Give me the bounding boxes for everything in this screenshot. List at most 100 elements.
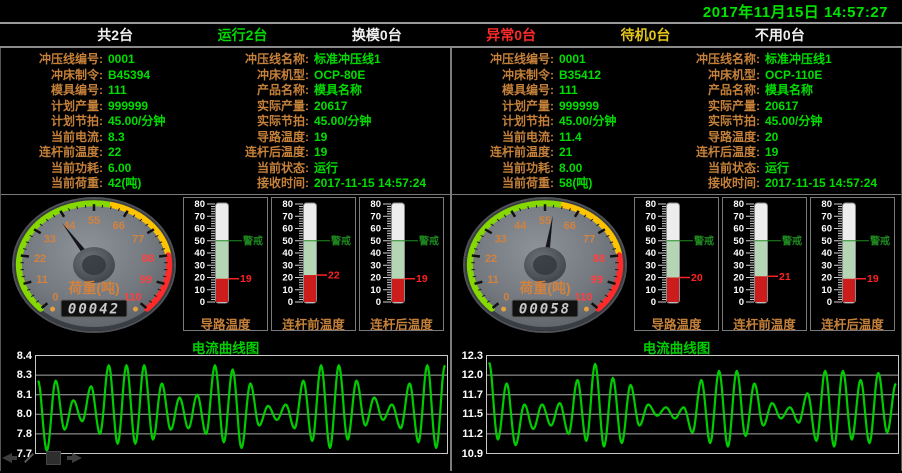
thermo-scale-label: 40 [370,248,381,259]
thermo-scale-label: 80 [370,199,381,210]
tab-total[interactable]: 共2台 [97,25,133,45]
gauge-screw-left [50,307,55,312]
scroll-right-icon[interactable] [72,453,82,463]
gauge-number: 99 [140,274,152,286]
status-tab-bar: 共2台 运行2台 换模0台 异常0台 待机0台 不用0台 [0,24,902,48]
info-row: 当前电流:11.4导路温度:20 [452,130,901,145]
current-curve [38,365,445,450]
info-label: 实际节拍: [676,114,760,129]
info-value: 2017-11-15 14:57:24 [309,176,450,191]
info-row: 当前荷重:42(吨)接收时间:2017-11-15 14:57:24 [1,176,450,191]
tab-abnormal[interactable]: 异常0台 [486,25,536,45]
info-value: 模具名称 [309,83,450,98]
gauge-number: 0 [52,292,58,304]
thermo-value: 19 [240,273,252,285]
thermo-value: 20 [691,272,703,284]
thermo-warn-label: 警戒 [781,234,802,247]
info-label: 当前功耗: [1,161,103,176]
thermo-fill [667,278,679,303]
thermo-value: 21 [779,271,791,283]
info-value: 19 [760,145,901,160]
load-gauge: 0112233445566778899110荷重(吨)00058 [452,195,634,335]
tab-standby[interactable]: 待机0台 [621,25,671,45]
y-axis-label: 8.0 [17,408,32,420]
gauge-number: 33 [495,234,507,246]
thermo-scale-label: 30 [821,260,832,271]
thermo-fill [304,275,316,302]
info-label: 冲床制令: [452,68,554,83]
y-axis-label: 11.2 [462,428,483,440]
scroll-left-icon[interactable] [2,453,12,463]
info-value: 45.00/分钟 [309,114,450,129]
thermo-scale-label: 60 [370,224,381,235]
gauge-number: 11 [36,274,48,286]
thermo-normal-zone [667,241,679,278]
y-axis-label: 8.3 [17,369,32,381]
thermo-scale-label: 40 [645,248,656,259]
info-value: 2017-11-15 14:57:24 [760,176,901,191]
thermo-scale-label: 10 [282,285,293,296]
tab-running[interactable]: 运行2台 [218,25,268,45]
info-label: 冲床机型: [225,68,309,83]
info-value: 运行 [309,161,450,176]
gauge-number: 55 [539,215,551,227]
thermo-scale-label: 30 [370,260,381,271]
gauge-number: 88 [142,253,154,265]
gauge-number: 88 [593,253,605,265]
thermo-scale-label: 10 [821,285,832,296]
tab-unused[interactable]: 不用0台 [755,25,805,45]
y-axis-label: 7.8 [17,428,32,440]
info-value: 111 [554,83,676,98]
info-value: 45.00/分钟 [554,114,676,129]
info-value: 8.3 [103,130,225,145]
info-row: 冲压线编号:0001冲压线名称:标准冲压线1 [452,52,901,67]
thermo-fill [216,279,228,302]
thermo-scale-label: 10 [733,285,744,296]
load-gauge: 0112233445566778899110荷重(吨)00042 [1,195,183,335]
info-value: 模具名称 [760,83,901,98]
info-value: 111 [103,83,225,98]
stop-icon[interactable] [46,451,61,465]
info-label: 计划节拍: [1,114,103,129]
y-axis-label: 11.7 [462,389,483,401]
thermo-normal-zone [304,241,316,275]
thermo-scale-label: 20 [282,273,293,284]
current-curve-chart: 电流曲线图12.312.011.711.511.210.9 [452,337,901,473]
main-area: 冲压线编号:0001冲压线名称:标准冲压线1冲床制令:B45394冲床机型:OC… [0,48,902,471]
info-value: 19 [309,130,450,145]
info-label: 产品名称: [676,83,760,98]
thermo-scale-label: 80 [645,199,656,210]
info-label: 当前荷重: [1,176,103,191]
thermometer-rod-front-temp: 01020304050607080警戒21连杆前温度 [722,197,807,331]
info-value: 20617 [760,99,901,114]
info-value: 22 [103,145,225,160]
thermo-scale-label: 70 [282,211,293,222]
info-label: 导路温度: [676,130,760,145]
info-value: 21 [554,145,676,160]
thermo-scale-label: 80 [282,199,293,210]
thermo-scale-label: 70 [645,211,656,222]
info-row: 模具编号:111产品名称:模具名称 [1,83,450,98]
thermo-warn-label: 警戒 [693,234,714,247]
gauge-number: 66 [564,220,576,232]
tab-mold-change[interactable]: 换模0台 [352,25,402,45]
gauges-row: 0112233445566778899110荷重(吨)0005801020304… [452,195,901,335]
y-axis-label: 8.4 [17,350,32,362]
thermo-scale-label: 70 [194,211,205,222]
info-value: 6.00 [103,161,225,176]
info-row: 连杆前温度:22连杆后温度:19 [1,145,450,160]
thermo-scale-label: 60 [821,224,832,235]
info-label: 冲压线编号: [1,52,103,67]
info-row: 当前功耗:6.00当前状态:运行 [1,161,450,176]
thermo-scale-label: 30 [282,260,293,271]
info-label: 当前状态: [676,161,760,176]
info-row: 计划产量:999999实际产量:20617 [452,99,901,114]
info-value: 11.4 [554,130,676,145]
thermo-scale-label: 30 [645,260,656,271]
thermo-scale-label: 0 [200,297,205,308]
chart-title: 电流曲线图 [452,337,901,353]
info-row: 冲压线编号:0001冲压线名称:标准冲压线1 [1,52,450,67]
thermo-scale-label: 40 [733,248,744,259]
info-label: 当前电流: [1,130,103,145]
gauge-number: 55 [88,215,100,227]
